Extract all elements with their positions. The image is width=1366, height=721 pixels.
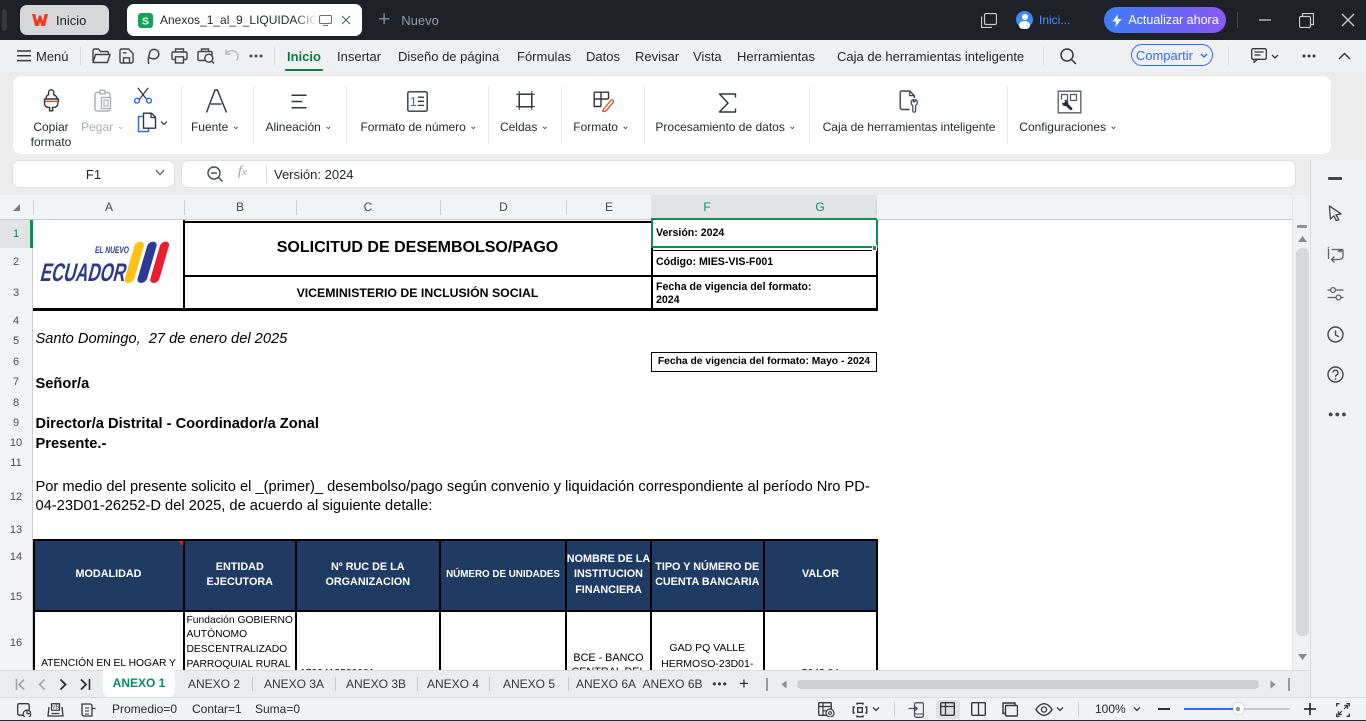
svg-text:VB: VB bbox=[52, 704, 59, 710]
svg-text:S: S bbox=[142, 15, 149, 27]
svg-text:ECUADOR: ECUADOR bbox=[38, 259, 130, 287]
svg-text:1: 1 bbox=[410, 95, 417, 109]
svg-text:EL NUEVO: EL NUEVO bbox=[95, 245, 129, 256]
